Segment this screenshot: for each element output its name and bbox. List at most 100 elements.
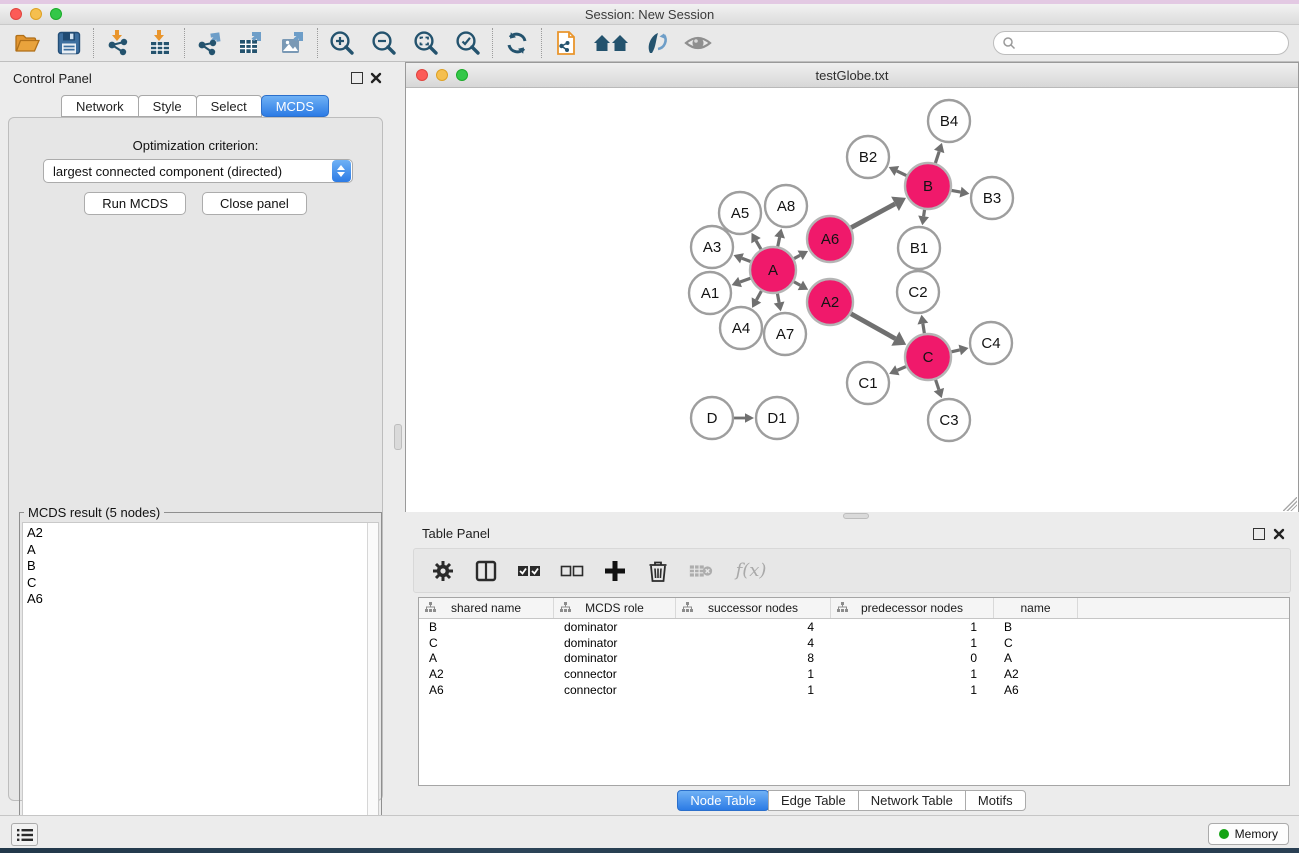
- optimization-criterion-dropdown[interactable]: largest connected component (directed): [43, 159, 353, 183]
- graph-edge-C-C4[interactable]: [951, 350, 959, 352]
- tab-mcds[interactable]: MCDS: [261, 95, 329, 117]
- column-header-predecessor-nodes[interactable]: predecessor nodes: [831, 598, 994, 618]
- graph-edge-B-B4[interactable]: [935, 151, 939, 163]
- import-network-button[interactable]: [101, 27, 135, 59]
- vertical-splitter-handle[interactable]: [394, 424, 402, 450]
- graph-edge-B-B2[interactable]: [897, 171, 907, 176]
- delete-table-button[interactable]: [688, 558, 714, 584]
- table-row[interactable]: A2connector11A2: [419, 666, 1289, 682]
- zoom-fit-button[interactable]: [409, 27, 443, 59]
- network-canvas[interactable]: B4B2BB3A8A5A6A3B1AC2A1A2A4A7C4CC1DD1C3: [406, 88, 1298, 512]
- memory-status-icon: [1219, 829, 1229, 839]
- network-view-window: testGlobe.txt B4B2BB3A8A5A6A3B1AC2A1A2A4…: [405, 62, 1299, 512]
- mcds-result-item[interactable]: B: [27, 558, 366, 575]
- function-builder-button[interactable]: f(x): [731, 558, 771, 584]
- export-network-icon: [195, 29, 223, 57]
- style-preview-button[interactable]: [639, 27, 673, 59]
- column-header-name[interactable]: name: [994, 598, 1078, 618]
- zoom-in-button[interactable]: [325, 27, 359, 59]
- export-table-button[interactable]: [234, 27, 268, 59]
- graph-edge-B-B1[interactable]: [924, 210, 925, 217]
- control-panel-tabs: NetworkStyleSelectMCDS: [0, 95, 391, 117]
- horizontal-splitter-handle[interactable]: [843, 513, 869, 519]
- table-cell: 1: [831, 667, 994, 681]
- table-panel: Table Panel: [405, 520, 1299, 812]
- checked-boxes-icon: [516, 558, 542, 584]
- tab-node-table[interactable]: Node Table: [677, 790, 769, 811]
- tab-style[interactable]: Style: [138, 95, 197, 117]
- tab-network-table[interactable]: Network Table: [858, 790, 966, 811]
- task-history-button[interactable]: [11, 823, 38, 846]
- graph-edge-C-C1[interactable]: [897, 367, 906, 371]
- graph-node-label: A1: [701, 285, 719, 302]
- tab-network[interactable]: Network: [61, 95, 139, 117]
- mcds-result-item[interactable]: C: [27, 575, 366, 592]
- app-titlebar: Session: New Session: [0, 4, 1299, 25]
- column-header-MCDS-role[interactable]: MCDS role: [554, 598, 676, 618]
- open-file-button[interactable]: [10, 27, 44, 59]
- mcds-result-item[interactable]: A6: [27, 591, 366, 608]
- close-table-panel-icon[interactable]: [1273, 528, 1285, 540]
- zoom-out-button[interactable]: [367, 27, 401, 59]
- mcds-result-item[interactable]: A: [27, 542, 366, 559]
- show-columns-button[interactable]: [473, 558, 499, 584]
- save-session-button[interactable]: [52, 27, 86, 59]
- export-image-icon: [279, 29, 307, 57]
- graph-edge-A-A6[interactable]: [794, 255, 800, 258]
- apply-layout-button[interactable]: [500, 27, 534, 59]
- table-row[interactable]: Adominator80A: [419, 651, 1289, 667]
- table-cell: C: [994, 636, 1078, 650]
- run-mcds-button[interactable]: Run MCDS: [84, 192, 186, 215]
- float-panel-icon[interactable]: [351, 72, 363, 84]
- graph-edge-A6-B[interactable]: [851, 204, 895, 228]
- tab-motifs[interactable]: Motifs: [965, 790, 1026, 811]
- table-toolbar: f(x): [413, 548, 1291, 593]
- close-panel-button[interactable]: Close panel: [202, 192, 307, 215]
- list-scrollbar[interactable]: [367, 523, 378, 845]
- graph-edge-A2-C[interactable]: [851, 314, 895, 339]
- table-row[interactable]: A6connector11A6: [419, 682, 1289, 698]
- graph-arrowhead: [918, 216, 929, 226]
- graph-edge-C-C2[interactable]: [923, 324, 924, 334]
- graph-edge-A-A3[interactable]: [742, 258, 751, 261]
- export-network-button[interactable]: [192, 27, 226, 59]
- app-title: Session: New Session: [0, 7, 1299, 22]
- select-all-button[interactable]: [516, 558, 542, 584]
- column-header-label: successor nodes: [708, 601, 798, 615]
- memory-button[interactable]: Memory: [1208, 823, 1289, 845]
- document-network-icon: [552, 29, 580, 57]
- graph-edge-A-A7[interactable]: [777, 294, 779, 303]
- deselect-all-button[interactable]: [559, 558, 585, 584]
- graph-edge-B-B3[interactable]: [952, 190, 961, 192]
- table-settings-button[interactable]: [430, 558, 456, 584]
- zoom-selected-button[interactable]: [451, 27, 485, 59]
- float-table-panel-icon[interactable]: [1253, 528, 1265, 540]
- graph-edge-A-A4[interactable]: [756, 291, 761, 300]
- network-from-clipboard-button[interactable]: [549, 27, 583, 59]
- tab-edge-table[interactable]: Edge Table: [768, 790, 859, 811]
- graph-edge-A-A1[interactable]: [740, 278, 750, 282]
- graph-edge-A-A2[interactable]: [794, 282, 800, 286]
- graph-arrowhead: [774, 229, 785, 239]
- import-table-button[interactable]: [143, 27, 177, 59]
- mcds-result-list[interactable]: A2ABCA6: [22, 522, 379, 846]
- refresh-icon: [503, 29, 531, 57]
- add-column-button[interactable]: [602, 558, 628, 584]
- search-input[interactable]: [1016, 33, 1288, 53]
- graph-edge-A-A5[interactable]: [756, 241, 761, 250]
- close-panel-icon[interactable]: [370, 72, 382, 84]
- mcds-result-item[interactable]: A2: [27, 525, 366, 542]
- table-row[interactable]: Cdominator41C: [419, 635, 1289, 651]
- column-header-shared-name[interactable]: shared name: [419, 598, 554, 618]
- delete-column-button[interactable]: [645, 558, 671, 584]
- graph-edge-C-C3[interactable]: [936, 380, 939, 390]
- table-cell: 1: [831, 683, 994, 697]
- table-row[interactable]: Bdominator41B: [419, 619, 1289, 635]
- column-header-successor-nodes[interactable]: successor nodes: [676, 598, 831, 618]
- home-button[interactable]: [591, 27, 631, 59]
- show-hide-button[interactable]: [681, 27, 715, 59]
- export-image-button[interactable]: [276, 27, 310, 59]
- tab-select[interactable]: Select: [196, 95, 262, 117]
- window-resize-grip[interactable]: [1283, 497, 1297, 511]
- graph-edge-A-A8[interactable]: [778, 237, 780, 246]
